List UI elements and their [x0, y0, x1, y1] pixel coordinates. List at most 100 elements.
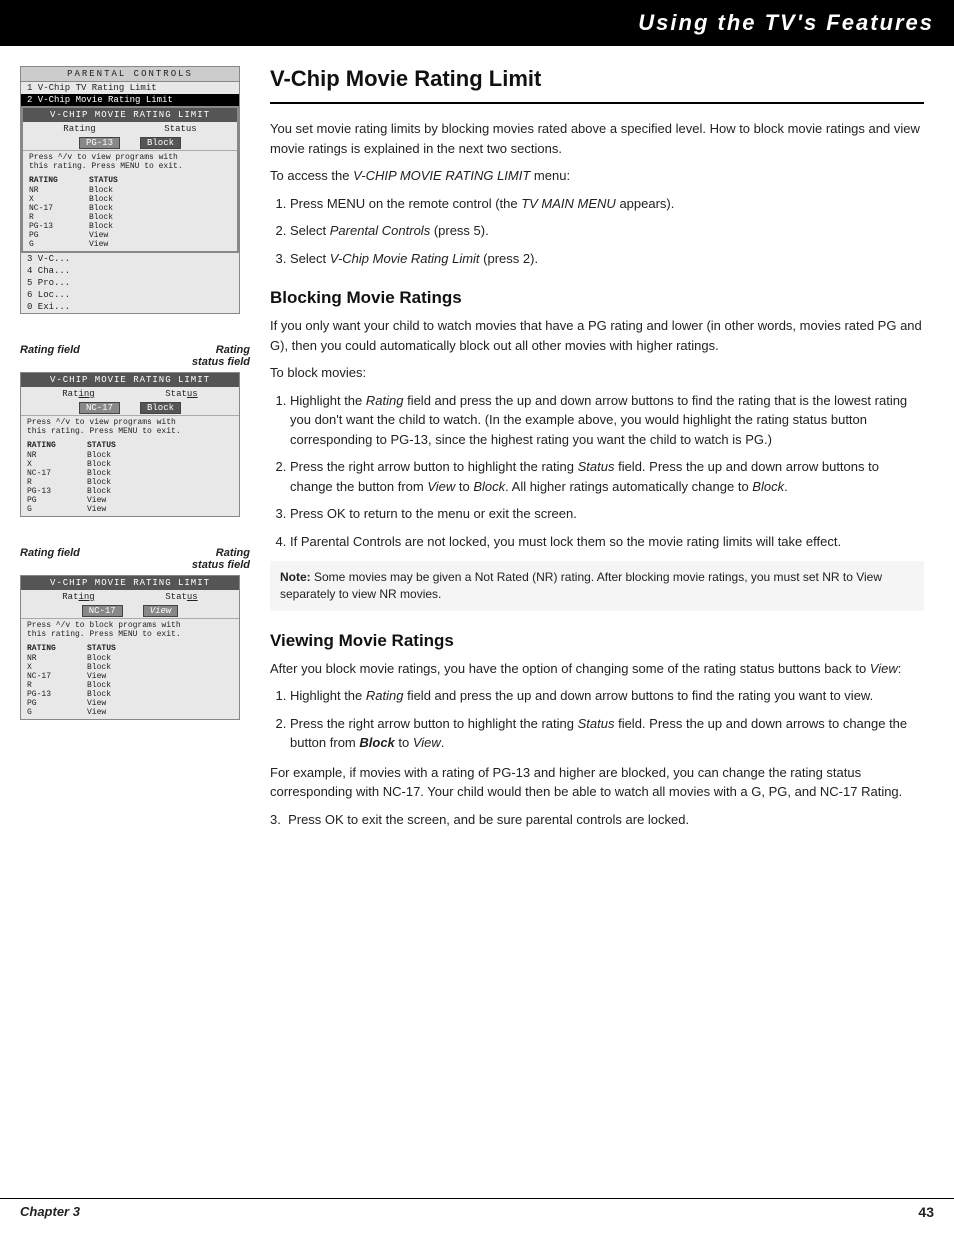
table-row: GView — [27, 505, 233, 514]
section1-intro: You set movie rating limits by blocking … — [270, 119, 924, 158]
screen-mockup-2: V-CHIP MOVIE RATING LIMIT Rating Status … — [20, 372, 240, 517]
table-row: GView — [27, 708, 233, 717]
section1-step-3: Select V-Chip Movie Rating Limit (press … — [290, 249, 924, 269]
table-row: PGView — [27, 699, 233, 708]
selected-rating-box-3: NC-17 — [82, 605, 123, 617]
parental-controls-header: PARENTAL CONTROLS — [21, 67, 239, 82]
table-row: XBlock — [29, 195, 231, 204]
table-row: NC-17Block — [27, 469, 233, 478]
screen-3-labels: Rating field Ratingstatus field — [20, 547, 250, 571]
submenu-1-table: RATING STATUS NRBlock XBlock NC-17Block … — [23, 173, 237, 251]
col-status: Status — [164, 124, 196, 134]
menu-item-3: 3 V-C... — [21, 253, 239, 265]
section1-steps: Press MENU on the remote control (the TV… — [290, 194, 924, 269]
section3-intro: After you block movie ratings, you have … — [270, 659, 924, 679]
submenu-3-selected-row: NC-17 View — [21, 604, 239, 618]
page-header: Using the TV's Features — [0, 0, 954, 46]
th-rating: RATING — [29, 176, 69, 185]
table-row: NC-17Block — [29, 204, 231, 213]
section1-step-1: Press MENU on the remote control (the TV… — [290, 194, 924, 214]
table-row: RBlock — [27, 478, 233, 487]
col3-status: Status — [165, 592, 197, 602]
table-col-headers: RATING STATUS — [29, 175, 231, 186]
screen-section-2: Rating field Ratingstatus field V-CHIP M… — [20, 344, 250, 517]
th-status: STATUS — [89, 176, 139, 185]
submenu-3-header: V-CHIP MOVIE RATING LIMIT — [21, 576, 239, 590]
submenu-3-cols: Rating Status — [21, 590, 239, 604]
table-col-headers-2: RATING STATUS — [27, 440, 233, 451]
menu-item-0: 0 Exi... — [21, 301, 239, 313]
table-row: RBlock — [27, 681, 233, 690]
section2-title: Blocking Movie Ratings — [270, 288, 924, 308]
section2-step-4: If Parental Controls are not locked, you… — [290, 532, 924, 552]
submenu-1-header: V-CHIP MOVIE RATING LIMIT — [23, 108, 237, 122]
table-row: PG-13Block — [27, 690, 233, 699]
table-row: NRBlock — [27, 654, 233, 663]
screen-section-3: Rating field Ratingstatus field V-CHIP M… — [20, 547, 250, 720]
table-row: XBlock — [27, 460, 233, 469]
submenu-2-note: Press ^/v to view programs withthis rati… — [21, 415, 239, 438]
section1-title: V-Chip Movie Rating Limit — [270, 66, 924, 92]
page-footer: Chapter 3 43 — [0, 1198, 954, 1220]
menu-item-4: 4 Cha... — [21, 265, 239, 277]
selected-rating-box-2: NC-17 — [79, 402, 120, 414]
label-rating-status-field-3: Ratingstatus field — [192, 547, 250, 571]
section1-divider — [270, 102, 924, 104]
table-row: XBlock — [27, 663, 233, 672]
table-col-headers-3: RATING STATUS — [27, 643, 233, 654]
section3-final-step: 3. Press OK to exit the screen, and be s… — [270, 810, 924, 830]
submenu-3-note: Press ^/v to block programs withthis rat… — [21, 618, 239, 641]
section3-steps: Highlight the Rating field and press the… — [290, 686, 924, 753]
section3-step-2: Press the right arrow button to highligh… — [290, 714, 924, 753]
footer-chapter-label: Chapter 3 — [20, 1204, 80, 1220]
menu-item-1: 1 V-Chip TV Rating Limit — [21, 82, 239, 94]
table-row: NC-17View — [27, 672, 233, 681]
label-rating-field-3: Rating field — [20, 547, 80, 571]
section2-steps: Highlight the Rating field and press the… — [290, 391, 924, 552]
label-rating-field-2: Rating field — [20, 344, 80, 368]
submenu-1-selected-row: PG-13 Block — [23, 136, 237, 150]
menu-item-2-selected: 2 V-Chip Movie Rating Limit — [21, 94, 239, 106]
table-row: PGView — [27, 496, 233, 505]
table-row: NRBlock — [29, 186, 231, 195]
col-rating: Rating — [63, 124, 95, 134]
section2-to-block: To block movies: — [270, 363, 924, 383]
screen-mockup-3: V-CHIP MOVIE RATING LIMIT Rating Status … — [20, 575, 240, 720]
screen-mockup-1: PARENTAL CONTROLS 1 V-Chip TV Rating Lim… — [20, 66, 240, 314]
table-row: PG-13Block — [29, 222, 231, 231]
col2-rating: Rating — [62, 389, 94, 399]
submenu-1-note: Press ^/v to view programs withthis rati… — [23, 150, 237, 173]
submenu-2-table: RATING STATUS NRBlock XBlock NC-17Block … — [21, 438, 239, 516]
section1-step-2: Select Parental Controls (press 5). — [290, 221, 924, 241]
right-panel: V-Chip Movie Rating Limit You set movie … — [260, 66, 954, 837]
section1-access-text: To access the V-CHIP MOVIE RATING LIMIT … — [270, 166, 924, 186]
table-row: GView — [29, 240, 231, 249]
page-body: PARENTAL CONTROLS 1 V-Chip TV Rating Lim… — [0, 46, 954, 857]
menu-item-6: 6 Loc... — [21, 289, 239, 301]
selected-status-box-2: Block — [140, 402, 181, 414]
screen-2-labels: Rating field Ratingstatus field — [20, 344, 250, 368]
submenu-2-selected-row: NC-17 Block — [21, 401, 239, 415]
col3-rating: Rating — [62, 592, 94, 602]
section2-intro: If you only want your child to watch mov… — [270, 316, 924, 355]
page-title: Using the TV's Features — [20, 10, 934, 36]
col2-status: Status — [165, 389, 197, 399]
section3-title: Viewing Movie Ratings — [270, 631, 924, 651]
menu-item-5: 5 Pro... — [21, 277, 239, 289]
section3-outro: For example, if movies with a rating of … — [270, 763, 924, 802]
submenu-1: V-CHIP MOVIE RATING LIMIT Rating Status … — [21, 106, 239, 253]
selected-status-box-3: View — [143, 605, 179, 617]
submenu-3-table: RATING STATUS NRBlock XBlock NC-17View R… — [21, 641, 239, 719]
label-rating-status-field-2: Ratingstatus field — [192, 344, 250, 368]
section2-step-1: Highlight the Rating field and press the… — [290, 391, 924, 450]
selected-status-box: Block — [140, 137, 181, 149]
screen-section-1: PARENTAL CONTROLS 1 V-Chip TV Rating Lim… — [20, 66, 250, 314]
section3-step-1: Highlight the Rating field and press the… — [290, 686, 924, 706]
table-row: RBlock — [29, 213, 231, 222]
table-row: NRBlock — [27, 451, 233, 460]
left-panel: PARENTAL CONTROLS 1 V-Chip TV Rating Lim… — [0, 66, 260, 837]
submenu-1-cols: Rating Status — [23, 122, 237, 136]
table-row: PGView — [29, 231, 231, 240]
section2-note: Note: Some movies may be given a Not Rat… — [270, 561, 924, 611]
selected-rating-box: PG-13 — [79, 137, 120, 149]
